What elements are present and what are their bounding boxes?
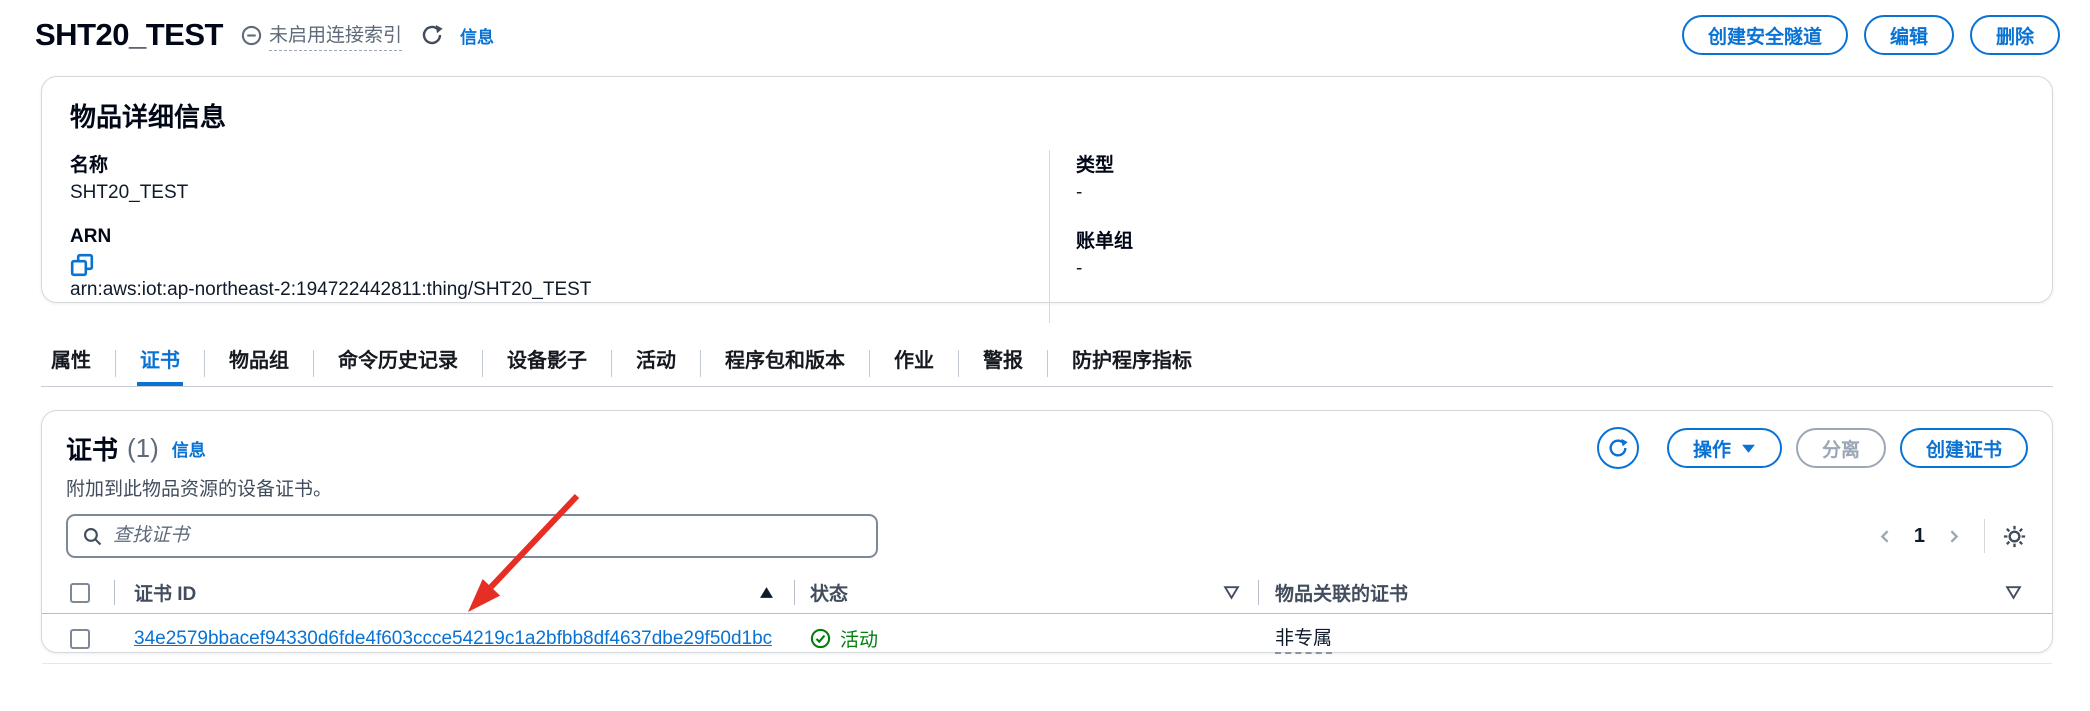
tab-attributes[interactable]: 属性: [48, 344, 94, 386]
certificate-id-link[interactable]: 34e2579bbacef94330d6fde4f603ccce54219c1a…: [134, 628, 772, 650]
table-row: 34e2579bbacef94330d6fde4f603ccce54219c1a…: [42, 614, 2052, 664]
refresh-button[interactable]: [1597, 427, 1639, 469]
tab-command-history[interactable]: 命令历史记录: [335, 344, 461, 386]
billing-group-field: 账单组 -: [1076, 226, 2024, 280]
certificates-count: (1): [127, 433, 159, 464]
thing-details-card: 物品详细信息 名称 SHT20_TEST ARN arn:aws:iot:ap-…: [41, 76, 2053, 303]
header-info-link[interactable]: 信息: [460, 23, 494, 48]
select-all-cell: [42, 572, 114, 613]
pager-divider: [1984, 519, 1985, 553]
row-select-cell: [42, 629, 114, 649]
type-value: -: [1076, 182, 2024, 204]
status-cell: 活动: [794, 625, 1258, 652]
refresh-icon[interactable]: [420, 23, 444, 47]
tab-divider: [204, 350, 205, 377]
tab-bar: 属性 证书 物品组 命令历史记录 设备影子 活动 程序包和版本 作业 警报 防护…: [41, 341, 2053, 387]
certificates-actions: 操作 分离 创建证书: [1597, 427, 2028, 469]
billing-group-value: -: [1076, 258, 2024, 280]
certificates-description: 附加到此物品资源的设备证书。: [66, 474, 2028, 501]
name-label: 名称: [70, 150, 1049, 177]
certificate-id-header-label: 证书 ID: [134, 579, 196, 606]
actions-dropdown-button[interactable]: 操作: [1667, 428, 1782, 468]
arn-value: arn:aws:iot:ap-northeast-2:194722442811:…: [70, 279, 1049, 301]
index-status-text: 未启用连接索引: [269, 20, 402, 51]
association-text: 非专属: [1275, 623, 1332, 654]
settings-gear-icon[interactable]: [2001, 523, 2028, 550]
pagination: 1: [1873, 519, 2028, 553]
tab-divider: [313, 350, 314, 377]
column-header-certificate-id[interactable]: 证书 ID: [114, 572, 794, 613]
search-icon: [82, 526, 103, 547]
details-left-column: 名称 SHT20_TEST ARN arn:aws:iot:ap-northea…: [70, 150, 1049, 323]
row-checkbox[interactable]: [70, 629, 90, 649]
caret-down-icon: [1741, 443, 1756, 454]
arn-field: ARN arn:aws:iot:ap-northeast-2:194722442…: [70, 226, 1049, 301]
search-input[interactable]: [113, 525, 862, 547]
certificates-table: 证书 ID 状态 物品关联的证书: [42, 572, 2052, 664]
column-header-status[interactable]: 状态: [794, 572, 1258, 613]
tab-thing-groups[interactable]: 物品组: [226, 344, 292, 386]
next-page-icon[interactable]: [1941, 524, 1966, 549]
status-active-icon: [810, 628, 831, 649]
copy-icon[interactable]: [70, 253, 1049, 277]
association-cell: 非专属: [1258, 623, 2052, 654]
certificates-panel: 证书 (1) 信息 操作 分离 创建证书 附加到此物品资源的设备证书。: [41, 410, 2053, 653]
filter-icon[interactable]: [1223, 585, 1240, 600]
index-status-chip: 未启用连接索引: [241, 20, 402, 51]
sort-ascending-icon[interactable]: [759, 586, 774, 599]
name-value: SHT20_TEST: [70, 182, 1049, 204]
association-header-label: 物品关联的证书: [1275, 579, 1408, 606]
current-page-number[interactable]: 1: [1914, 525, 1925, 548]
actions-dropdown-label: 操作: [1693, 435, 1731, 462]
search-box[interactable]: [66, 514, 878, 558]
arn-label: ARN: [70, 226, 1049, 248]
select-all-checkbox[interactable]: [70, 583, 90, 603]
tab-device-shadows[interactable]: 设备影子: [504, 344, 590, 386]
minus-circle-icon: [241, 25, 262, 46]
tab-divider: [115, 350, 116, 377]
certificates-info-link[interactable]: 信息: [172, 436, 206, 461]
tab-divider: [700, 350, 701, 377]
name-field: 名称 SHT20_TEST: [70, 150, 1049, 204]
tab-packages-versions[interactable]: 程序包和版本: [722, 344, 848, 386]
create-secure-tunnel-button[interactable]: 创建安全隧道: [1682, 15, 1848, 55]
previous-page-icon[interactable]: [1873, 524, 1898, 549]
tab-alarms[interactable]: 警报: [980, 344, 1026, 386]
tab-divider: [611, 350, 612, 377]
edit-button[interactable]: 编辑: [1864, 15, 1954, 55]
column-header-association[interactable]: 物品关联的证书: [1258, 572, 2052, 613]
certificate-id-cell: 34e2579bbacef94330d6fde4f603ccce54219c1a…: [114, 628, 794, 650]
table-header-row: 证书 ID 状态 物品关联的证书: [42, 572, 2052, 614]
certificates-panel-header: 证书 (1) 信息 操作 分离 创建证书: [66, 427, 2028, 469]
tab-divider: [958, 350, 959, 377]
tab-divider: [1047, 350, 1048, 377]
tab-divider: [482, 350, 483, 377]
tab-certificates[interactable]: 证书: [137, 344, 183, 386]
type-field: 类型 -: [1076, 150, 2024, 204]
page-header: SHT20_TEST 未启用连接索引 信息 创建安全隧道 编辑 删除: [35, 12, 2060, 58]
tab-divider: [869, 350, 870, 377]
status-text: 活动: [840, 625, 878, 652]
page-title: SHT20_TEST: [35, 17, 223, 53]
filter-icon[interactable]: [2005, 585, 2022, 600]
certificates-heading: 证书: [66, 430, 118, 467]
create-certificate-button[interactable]: 创建证书: [1900, 428, 2028, 468]
delete-button[interactable]: 删除: [1970, 15, 2060, 55]
details-right-column: 类型 - 账单组 -: [1049, 150, 2024, 323]
table-controls: 1: [66, 514, 2028, 558]
type-label: 类型: [1076, 150, 2024, 177]
details-heading: 物品详细信息: [70, 97, 2024, 134]
billing-group-label: 账单组: [1076, 226, 2024, 253]
tab-defender-metrics[interactable]: 防护程序指标: [1069, 344, 1195, 386]
aws-iot-thing-detail-page: SHT20_TEST 未启用连接索引 信息 创建安全隧道 编辑 删除 物品详细信…: [0, 0, 2090, 711]
details-grid: 名称 SHT20_TEST ARN arn:aws:iot:ap-northea…: [70, 150, 2024, 323]
status-header-label: 状态: [810, 579, 848, 606]
tab-activity[interactable]: 活动: [633, 344, 679, 386]
detach-button[interactable]: 分离: [1796, 428, 1886, 468]
tab-jobs[interactable]: 作业: [891, 344, 937, 386]
